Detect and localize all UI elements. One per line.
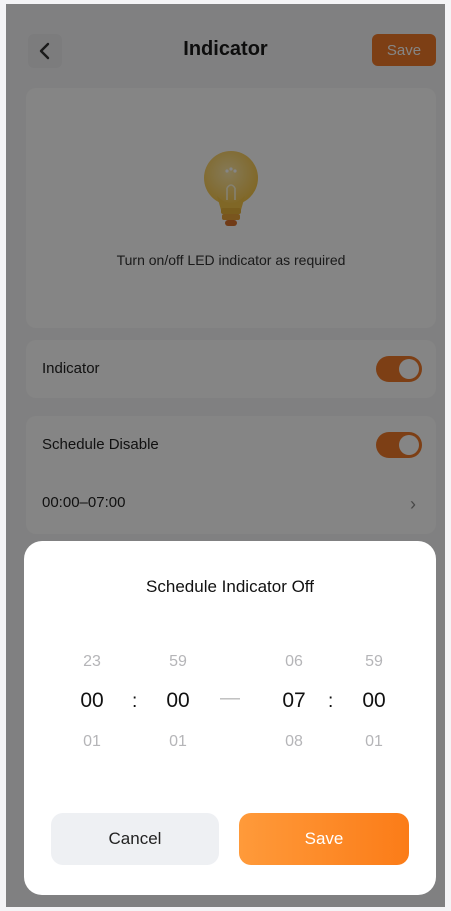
- start-hour-next: 01: [83, 733, 101, 750]
- save-button[interactable]: Save: [239, 813, 409, 865]
- start-minute-prev: 59: [169, 653, 187, 670]
- sheet-title: Schedule Indicator Off: [146, 577, 314, 596]
- end-minute-prev: 59: [365, 653, 383, 670]
- schedule-sheet: Schedule Indicator Off 23 00 01 : 59 00 …: [24, 541, 436, 895]
- screen: Indicator Save Turn on/off LED indicator…: [6, 4, 445, 907]
- start-minute-next: 01: [169, 733, 187, 750]
- end-colon: :: [328, 691, 334, 712]
- time-picker: 23 00 01 : 59 00 01 — 06 07 08 : 59 00 0…: [24, 653, 436, 763]
- end-hour-current: 07: [282, 689, 306, 712]
- end-minute-next: 01: [365, 733, 383, 750]
- cancel-button[interactable]: Cancel: [51, 813, 219, 865]
- end-minute-current: 00: [362, 689, 386, 712]
- start-minute-current: 00: [166, 689, 190, 712]
- start-hour-current: 00: [80, 689, 104, 712]
- end-hour-next: 08: [285, 733, 303, 750]
- range-dash: —: [220, 687, 240, 709]
- start-hour-prev: 23: [83, 653, 101, 670]
- start-colon: :: [132, 691, 138, 712]
- end-hour-prev: 06: [285, 653, 303, 670]
